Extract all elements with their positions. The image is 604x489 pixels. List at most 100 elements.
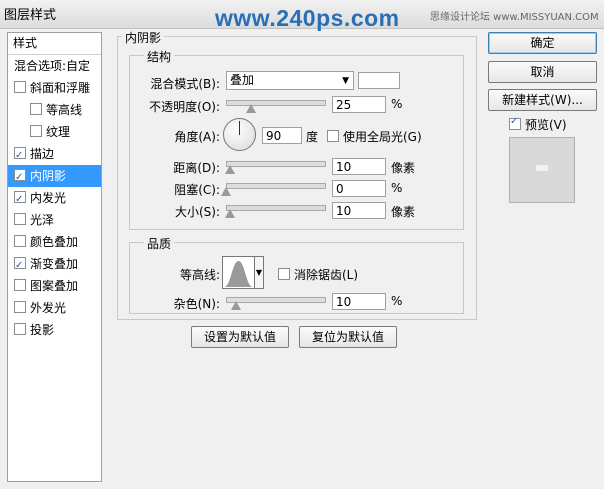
style-checkbox[interactable] xyxy=(14,323,26,335)
size-label: 大小(S): xyxy=(174,205,220,219)
size-input[interactable]: 10 xyxy=(332,202,386,219)
styles-list: 样式 混合选项:自定斜面和浮雕等高线纹理描边内阴影内发光光泽颜色叠加渐变叠加图案… xyxy=(7,32,102,482)
style-item-label: 斜面和浮雕 xyxy=(30,81,91,95)
style-item-label: 内阴影 xyxy=(30,169,67,183)
distance-label: 距离(D): xyxy=(173,161,220,175)
opacity-input[interactable]: 25 xyxy=(332,96,386,113)
noise-unit: % xyxy=(391,294,403,308)
window-title: 图层样式 xyxy=(4,8,57,23)
distance-slider[interactable] xyxy=(226,161,326,167)
contour-curve-icon xyxy=(224,261,253,287)
style-checkbox[interactable] xyxy=(14,189,26,211)
style-item[interactable]: 投影 xyxy=(8,319,101,341)
choke-slider[interactable] xyxy=(226,183,326,189)
style-item[interactable]: 内阴影 xyxy=(8,165,101,189)
new-style-button[interactable]: 新建样式(W)... xyxy=(488,89,597,111)
style-checkbox[interactable] xyxy=(14,301,26,313)
style-checkbox[interactable] xyxy=(14,81,26,93)
style-item-label: 等高线 xyxy=(46,103,83,117)
opacity-slider-thumb[interactable] xyxy=(245,104,256,113)
global-light-checkbox-wrap[interactable]: 使用全局光(G) xyxy=(327,128,422,145)
style-item[interactable]: 纹理 xyxy=(8,121,101,143)
style-item-label: 外发光 xyxy=(30,301,67,315)
preview-swatch xyxy=(536,165,548,171)
chevron-down-icon: ▼ xyxy=(342,76,349,86)
noise-slider[interactable] xyxy=(226,297,326,303)
blend-mode-select[interactable]: 叠加 ▼ xyxy=(226,71,354,90)
distance-unit: 像素 xyxy=(391,161,416,175)
style-preview xyxy=(509,137,575,203)
style-item-label: 光泽 xyxy=(30,213,55,227)
make-default-button[interactable]: 设置为默认值 xyxy=(191,326,289,348)
style-item[interactable]: 渐变叠加 xyxy=(8,253,101,277)
contour-picker[interactable] xyxy=(222,256,255,289)
global-light-checkbox[interactable] xyxy=(327,130,339,142)
style-item[interactable]: 光泽 xyxy=(8,209,101,231)
choke-unit: % xyxy=(391,181,403,195)
style-item[interactable]: 等高线 xyxy=(8,99,101,121)
reset-default-button[interactable]: 复位为默认值 xyxy=(299,326,397,348)
distance-input[interactable]: 10 xyxy=(332,158,386,175)
anti-alias-label: 消除锯齿(L) xyxy=(294,268,359,282)
watermark: www.240ps.com xyxy=(215,5,400,31)
style-checkbox[interactable] xyxy=(14,279,26,291)
contour-dropdown[interactable]: ▼ xyxy=(255,256,264,289)
noise-input[interactable]: 10 xyxy=(332,293,386,310)
style-item-label: 描边 xyxy=(30,147,55,161)
quality-title: 品质 xyxy=(144,235,175,252)
shadow-color-swatch[interactable] xyxy=(358,72,400,89)
style-item-label: 内发光 xyxy=(30,191,67,205)
global-light-label: 使用全局光(G) xyxy=(343,130,422,144)
style-item[interactable]: 内发光 xyxy=(8,187,101,211)
style-checkbox[interactable] xyxy=(14,145,26,167)
angle-dial[interactable] xyxy=(223,118,256,151)
ok-button[interactable]: 确定 xyxy=(488,32,597,54)
style-item[interactable]: 斜面和浮雕 xyxy=(8,77,101,99)
contour-label: 等高线: xyxy=(179,268,220,282)
noise-slider-thumb[interactable] xyxy=(230,301,241,310)
title-bar: 图层样式 www.240ps.com 思缘设计论坛 www.MISSYUAN.C… xyxy=(0,0,604,31)
style-item[interactable]: 颜色叠加 xyxy=(8,231,101,253)
style-item-label: 纹理 xyxy=(46,125,71,139)
inner-shadow-title: 内阴影 xyxy=(122,29,165,46)
distance-slider-thumb[interactable] xyxy=(224,165,235,174)
opacity-label: 不透明度(O): xyxy=(149,100,220,114)
site-watermark: 思缘设计论坛 www.MISSYUAN.COM xyxy=(430,12,599,23)
cancel-button[interactable]: 取消 xyxy=(488,61,597,83)
size-slider-thumb[interactable] xyxy=(224,209,235,218)
size-slider[interactable] xyxy=(226,205,326,211)
structure-title: 结构 xyxy=(144,48,175,65)
blend-mode-label: 混合模式(B): xyxy=(150,77,220,91)
chevron-down-icon: ▼ xyxy=(255,268,263,277)
style-checkbox[interactable] xyxy=(14,235,26,247)
preview-checkbox[interactable] xyxy=(509,116,521,130)
style-item[interactable]: 描边 xyxy=(8,143,101,167)
opacity-slider[interactable] xyxy=(226,100,326,106)
style-checkbox[interactable] xyxy=(14,167,26,189)
style-item[interactable]: 混合选项:自定 xyxy=(8,55,101,77)
blend-mode-value: 叠加 xyxy=(230,73,255,87)
style-item-label: 渐变叠加 xyxy=(30,257,79,271)
angle-input[interactable]: 90 xyxy=(262,127,302,144)
angle-unit: 度 xyxy=(306,130,319,144)
style-item[interactable]: 图案叠加 xyxy=(8,275,101,297)
style-checkbox[interactable] xyxy=(30,103,42,115)
choke-input[interactable]: 0 xyxy=(332,180,386,197)
style-item-label: 混合选项:自定 xyxy=(14,59,91,73)
anti-alias-checkbox[interactable] xyxy=(278,268,290,280)
style-item-label: 颜色叠加 xyxy=(30,235,79,249)
angle-label: 角度(A): xyxy=(174,130,220,144)
preview-checkbox-wrap[interactable]: 预览(V) xyxy=(509,116,567,133)
style-checkbox[interactable] xyxy=(30,125,42,137)
anti-alias-checkbox-wrap[interactable]: 消除锯齿(L) xyxy=(278,266,358,283)
style-checkbox[interactable] xyxy=(14,255,26,277)
style-checkbox[interactable] xyxy=(14,213,26,225)
preview-label: 预览(V) xyxy=(525,118,567,132)
opacity-unit: % xyxy=(391,97,403,111)
choke-slider-thumb[interactable] xyxy=(221,187,231,196)
noise-label: 杂色(N): xyxy=(173,297,220,311)
styles-header[interactable]: 样式 xyxy=(8,33,101,55)
style-item[interactable]: 外发光 xyxy=(8,297,101,319)
size-unit: 像素 xyxy=(391,205,416,219)
style-item-label: 投影 xyxy=(30,323,55,337)
